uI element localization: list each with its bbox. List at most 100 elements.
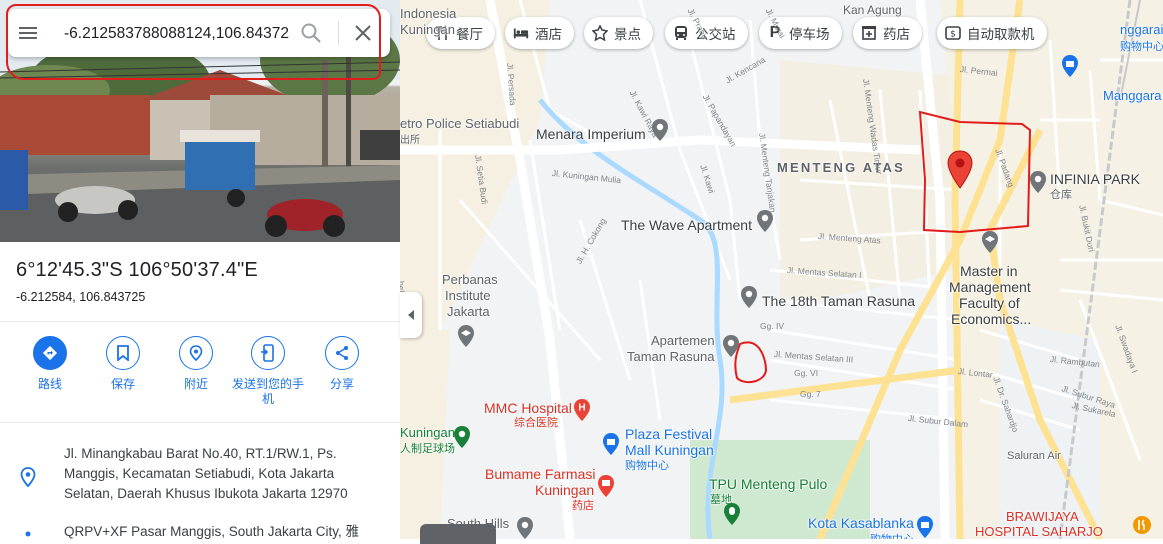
map-label[interactable]: Taman Rasuna (627, 349, 714, 364)
chevron-left-icon (408, 310, 414, 320)
search-divider (338, 21, 339, 45)
place-panel: 6°12'45.3"S 106°50'37.4"E -6.212584, 106… (0, 0, 400, 539)
map-label[interactable]: Perbanas (442, 272, 498, 287)
send-to-phone-button[interactable]: 发送到您的手机 (232, 336, 304, 407)
map-label[interactable]: Faculty of (959, 295, 1020, 311)
menu-icon[interactable] (18, 23, 38, 43)
cemetery-pin-icon[interactable] (722, 502, 742, 526)
map-label: Kan Agung (843, 3, 902, 17)
map-label[interactable]: nggarai (1120, 22, 1163, 37)
atm-icon: $ (945, 25, 961, 41)
map-label[interactable]: Bumame Farmasi (485, 466, 595, 482)
map-label[interactable]: Mall Kuningan (625, 442, 714, 458)
hotel-icon (513, 25, 529, 41)
chip-restaurant-label: 餐厅 (456, 27, 483, 42)
svg-text:H: H (578, 403, 585, 414)
shopping-pin-icon[interactable] (601, 432, 621, 456)
map-label[interactable]: Master in (960, 263, 1018, 279)
pharmacy-pin-icon[interactable] (596, 474, 616, 498)
chip-attractions-label: 景点 (614, 27, 641, 42)
search-box (8, 9, 390, 57)
map-label: 仓库 (1050, 189, 1072, 201)
page-title: 6°12'45.3"S 106°50'37.4"E (16, 259, 258, 281)
collapse-panel-button[interactable] (400, 292, 422, 338)
save-label: 保存 (110, 377, 135, 391)
dropped-pin-icon[interactable] (946, 150, 974, 190)
map-label[interactable]: HOSPITAL SAHARJO (975, 524, 1103, 539)
plus-code-text: QRPV+XF Pasar Manggis, South Jakarta Cit… (64, 524, 359, 539)
map-label[interactable]: Apartemen (651, 333, 715, 348)
chip-parking-label: 停车场 (789, 27, 830, 42)
poi-pin-icon[interactable] (739, 285, 759, 309)
map-label[interactable]: The Wave Apartment (621, 217, 752, 233)
map-label[interactable]: Manggara (1103, 88, 1162, 103)
share-button[interactable]: 分享 (306, 336, 378, 392)
map-label: etro Police Setiabudi (400, 116, 520, 131)
map-label[interactable]: Kuningan (535, 482, 594, 498)
search-input[interactable] (62, 21, 292, 47)
map-label[interactable]: Plaza Festival (625, 426, 712, 442)
map-label[interactable]: Menara Imperium (536, 126, 646, 142)
map-label: Saluran Air (1007, 450, 1061, 462)
save-button[interactable]: 保存 (87, 336, 159, 392)
street-label: Gg. VI (794, 368, 819, 378)
poi-pin-icon[interactable] (650, 118, 670, 142)
map-label[interactable]: Institute (445, 288, 491, 303)
bus-stop-icon (673, 25, 689, 41)
map-label: Indonesia (400, 6, 457, 21)
map-label: 购物中心 (625, 460, 669, 472)
pharmacy-icon (861, 25, 877, 41)
map-canvas[interactable]: 餐厅 酒店 景点 公交站 P 停车场 药店 $ 自动取款机 MENTENG AT… (400, 0, 1163, 539)
map-label: 购物中心 (1120, 41, 1163, 53)
chip-atm-label: 自动取款机 (967, 27, 1035, 42)
map-label[interactable]: BRAWIJAYA (1006, 509, 1079, 524)
shopping-pin-icon[interactable] (915, 515, 935, 539)
chip-hotel-label: 酒店 (535, 27, 562, 42)
close-icon[interactable] (353, 23, 373, 43)
poi-pin-icon[interactable] (755, 209, 775, 233)
share-label: 分享 (329, 377, 354, 391)
map-label[interactable]: Kota Kasablanka (808, 515, 914, 531)
poi-pin-icon[interactable] (515, 516, 535, 539)
map-label: 药店 (572, 500, 594, 512)
directions-icon (33, 336, 67, 370)
street-label: Gg. 7 (800, 389, 821, 399)
hospital-pin-icon[interactable]: H (572, 398, 592, 422)
directions-label: 路线 (37, 377, 62, 391)
school-pin-icon[interactable] (456, 324, 476, 348)
address-text: Jl. Minangkabau Barat No.40, RT.1/RW.1, … (64, 446, 348, 501)
map-label[interactable]: Kuningan (400, 425, 455, 440)
map-label: Kuningan (400, 22, 455, 37)
park-pin-icon[interactable] (452, 425, 472, 449)
poi-pin-icon[interactable] (721, 334, 741, 358)
directions-button[interactable]: 路线 (14, 336, 86, 392)
location-pin-icon (20, 467, 36, 488)
layer-thumbnail[interactable] (420, 524, 496, 544)
map-label: 出所 (400, 135, 420, 146)
nearby-button[interactable]: 附近 (160, 336, 232, 392)
map-label[interactable]: TPU Menteng Pulo (709, 476, 827, 492)
restaurant-pin-icon[interactable] (1132, 515, 1152, 539)
map-label[interactable]: Management (949, 279, 1031, 295)
map-label[interactable]: Jakarta (447, 304, 490, 319)
map-label: 综合医院 (514, 417, 558, 429)
poi-pin-icon[interactable] (1028, 170, 1048, 194)
shopping-pin-icon[interactable] (1060, 54, 1080, 78)
attraction-icon (592, 25, 608, 41)
chip-pharmacy-label: 药店 (883, 27, 910, 42)
map-label[interactable]: INFINIA PARK (1050, 171, 1140, 187)
chip-atm[interactable]: $ 自动取款机 (937, 17, 1047, 49)
plus-code-icon (25, 531, 31, 537)
nearby-icon (179, 336, 213, 370)
street-label: Gg. IV (760, 321, 785, 331)
chip-hotel[interactable]: 酒店 (505, 17, 574, 49)
map-label[interactable]: The 18th Taman Rasuna (762, 293, 915, 309)
map-label[interactable]: Economics... (951, 311, 1031, 327)
search-icon[interactable] (300, 22, 322, 44)
chip-attractions[interactable]: 景点 (584, 17, 653, 49)
map-label: 购物中心 (870, 531, 914, 539)
chip-pharmacy[interactable]: 药店 (853, 17, 922, 49)
map-label: 人制足球场 (400, 443, 455, 455)
school-pin-icon[interactable] (980, 230, 1000, 254)
share-icon (325, 336, 359, 370)
